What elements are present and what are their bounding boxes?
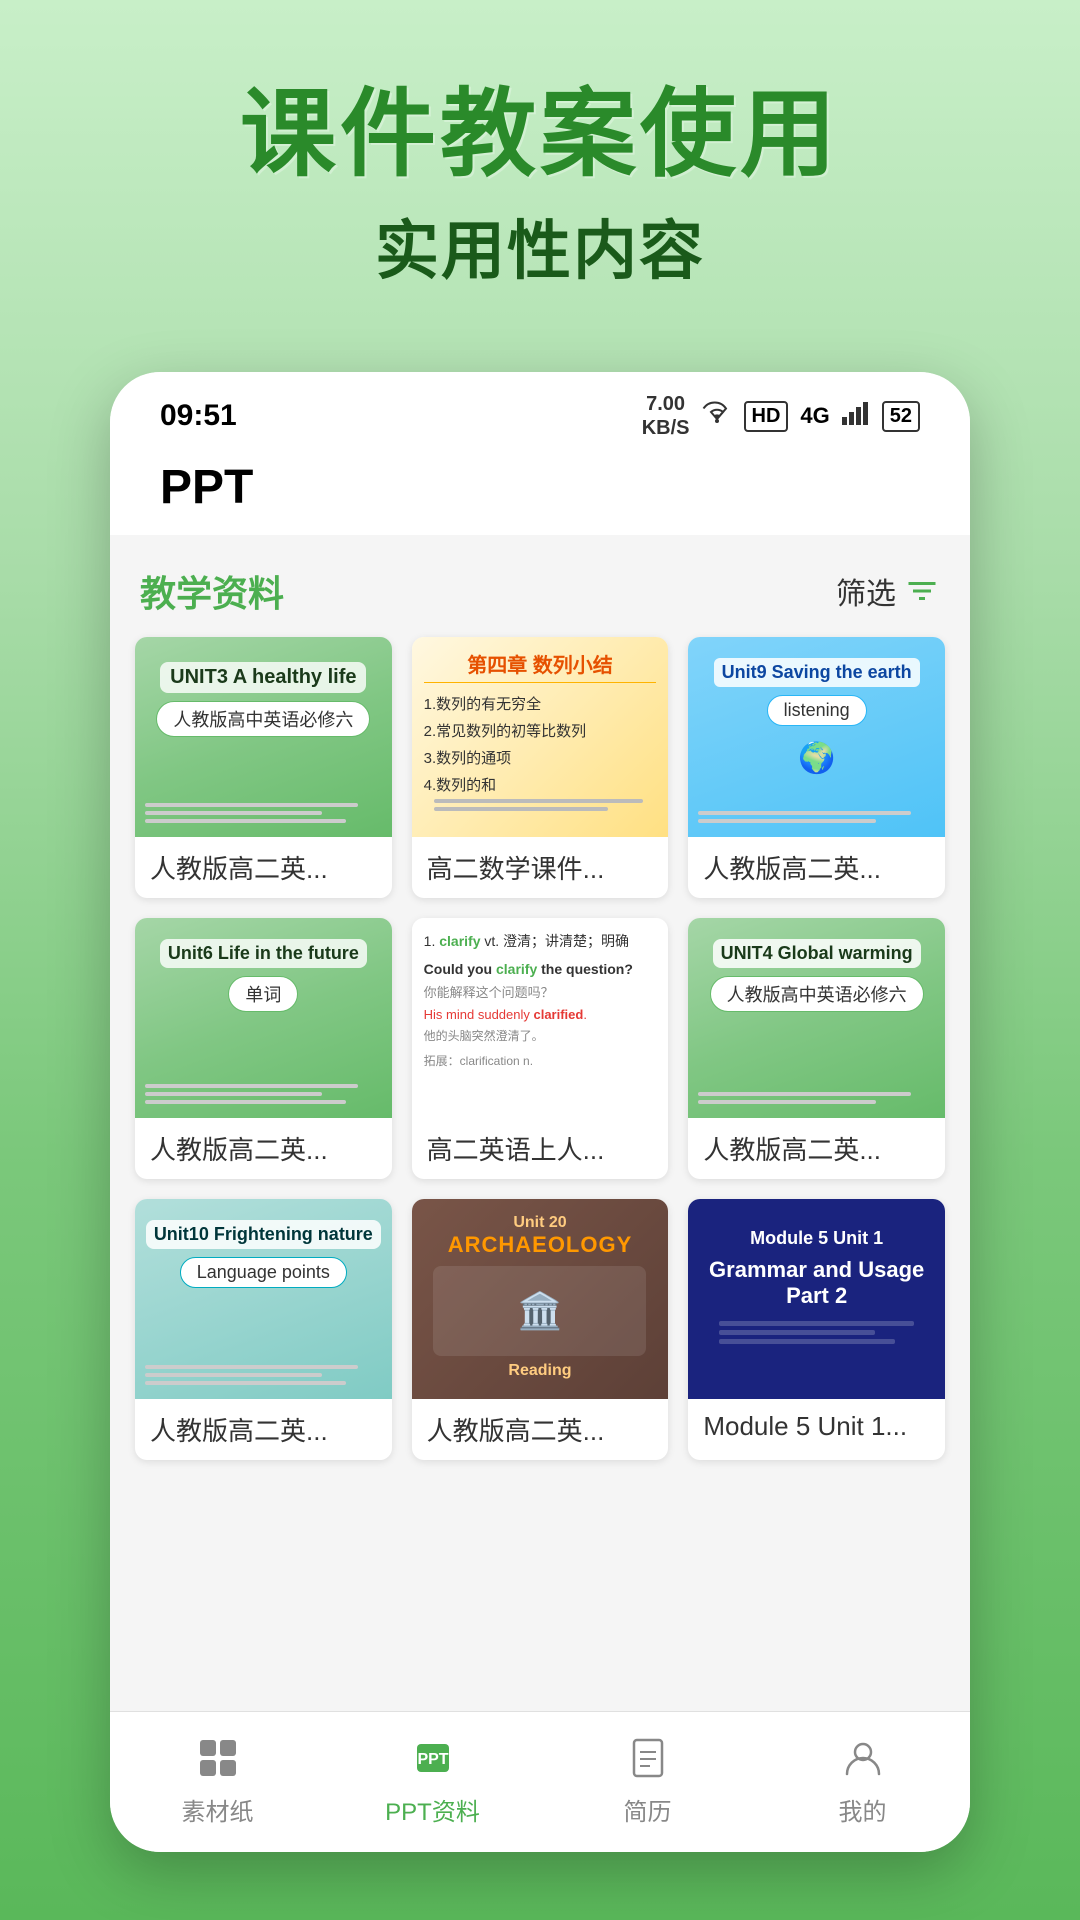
card-thumbnail: UNIT3 A healthy life 人教版高中英语必修六 bbox=[135, 637, 392, 837]
material-card[interactable]: UNIT3 A healthy life 人教版高中英语必修六 人教版高二英..… bbox=[135, 637, 392, 898]
svg-text:PPT: PPT bbox=[417, 1751, 448, 1768]
card-thumbnail: Unit 20 ARCHAEOLOGY 🏛️ Reading bbox=[412, 1199, 669, 1399]
card-name: 人教版高二英... bbox=[688, 1118, 945, 1179]
hero-title: 课件教案使用 bbox=[40, 80, 1040, 190]
nav-label-mine: 我的 bbox=[839, 1792, 887, 1827]
thumb-reading: Reading bbox=[508, 1362, 571, 1380]
section-header: 教学资料 筛选 bbox=[130, 555, 950, 637]
nav-label-resume: 简历 bbox=[624, 1792, 672, 1827]
status-speed: 7.00KB/S bbox=[642, 392, 690, 440]
ppt-icon: PPT bbox=[407, 1732, 459, 1784]
nav-item-ppt[interactable]: PPT PPT资料 bbox=[325, 1732, 540, 1827]
filter-label: 筛选 bbox=[836, 569, 896, 613]
material-card[interactable]: Module 5 Unit 1 Grammar and UsagePart 2 … bbox=[688, 1199, 945, 1460]
thumb-vocab-content: 1. clarify vt. 澄清；讲清楚；明确 Could you clari… bbox=[424, 930, 657, 1071]
thumb-arch-img: 🏛️ bbox=[433, 1266, 646, 1356]
thumb-math-title: 第四章 数列小结 bbox=[424, 649, 657, 683]
mini-lines bbox=[145, 1365, 382, 1389]
thumb-unit-title: UNIT3 A healthy life bbox=[160, 662, 366, 693]
card-thumbnail: Module 5 Unit 1 Grammar and UsagePart 2 bbox=[688, 1199, 945, 1399]
material-card[interactable]: UNIT4 Global warming 人教版高中英语必修六 人教版高二英..… bbox=[688, 918, 945, 1179]
material-card[interactable]: 第四章 数列小结 1.数列的有无穷全 2.常见数列的初等比数列 3.数列的通项 … bbox=[412, 637, 669, 898]
mini-lines bbox=[698, 1092, 935, 1108]
status-right: 7.00KB/S HD 4G 52 bbox=[642, 392, 920, 440]
nav-label-sucaizhi: 素材纸 bbox=[182, 1792, 254, 1827]
section-title: 教学资料 bbox=[140, 565, 284, 617]
thumb-module: Module 5 Unit 1 bbox=[750, 1228, 883, 1249]
battery-icon: 52 bbox=[882, 401, 920, 432]
wifi-icon bbox=[702, 401, 732, 432]
phone-container: 09:51 7.00KB/S HD 4G 52 bbox=[110, 372, 970, 1852]
grid-icon bbox=[192, 1732, 244, 1784]
card-thumbnail: UNIT4 Global warming 人教版高中英语必修六 bbox=[688, 918, 945, 1118]
card-thumbnail: 1. clarify vt. 澄清；讲清楚；明确 Could you clari… bbox=[412, 918, 669, 1118]
thumb-label: 人教版高中英语必修六 bbox=[156, 701, 370, 737]
bottom-nav: 素材纸 PPT PPT资料 简历 bbox=[110, 1711, 970, 1852]
thumb-nature-title: Unit10 Frightening nature bbox=[146, 1220, 381, 1249]
hero-subtitle: 实用性内容 bbox=[40, 200, 1040, 292]
card-name: 人教版高二英... bbox=[688, 837, 945, 898]
mini-lines bbox=[145, 803, 382, 827]
thumb-vocab: 单词 bbox=[228, 976, 298, 1012]
nav-item-mine[interactable]: 我的 bbox=[755, 1732, 970, 1827]
user-icon bbox=[837, 1732, 889, 1784]
hd-badge: HD bbox=[744, 401, 789, 432]
filter-button[interactable]: 筛选 bbox=[836, 569, 940, 613]
mini-lines bbox=[145, 1084, 382, 1108]
thumb-future-title: Unit6 Life in the future bbox=[160, 939, 367, 968]
mini-lines bbox=[434, 799, 667, 811]
card-name: 人教版高二英... bbox=[135, 1399, 392, 1460]
hero-section: 课件教案使用 实用性内容 bbox=[0, 0, 1080, 332]
card-name: 人教版高二英... bbox=[135, 837, 392, 898]
material-card[interactable]: Unit 20 ARCHAEOLOGY 🏛️ Reading 人教版高二英... bbox=[412, 1199, 669, 1460]
app-title: PPT bbox=[160, 460, 920, 515]
card-thumbnail: Unit6 Life in the future 单词 bbox=[135, 918, 392, 1118]
thumb-grammar-lines bbox=[719, 1321, 914, 1371]
nav-item-sucaizhi[interactable]: 素材纸 bbox=[110, 1732, 325, 1827]
card-thumbnail: 第四章 数列小结 1.数列的有无穷全 2.常见数列的初等比数列 3.数列的通项 … bbox=[412, 637, 669, 837]
thumb-earth-title: Unit9 Saving the earth bbox=[714, 658, 920, 687]
status-bar: 09:51 7.00KB/S HD 4G 52 bbox=[110, 372, 970, 450]
thumb-sub-label: 人教版高中英语必修六 bbox=[710, 976, 924, 1012]
card-name: Module 5 Unit 1... bbox=[688, 1399, 945, 1454]
card-name: 人教版高二英... bbox=[135, 1118, 392, 1179]
card-name: 高二数学课件... bbox=[412, 837, 669, 898]
filter-icon bbox=[904, 573, 940, 609]
card-thumbnail: Unit10 Frightening nature Language point… bbox=[135, 1199, 392, 1399]
thumb-arch-title: ARCHAEOLOGY bbox=[448, 1232, 633, 1258]
thumb-unit20: Unit 20 bbox=[513, 1214, 566, 1232]
thumb-listening: listening bbox=[767, 695, 867, 726]
status-time: 09:51 bbox=[160, 399, 237, 433]
signal-bars bbox=[842, 401, 870, 432]
material-card[interactable]: Unit10 Frightening nature Language point… bbox=[135, 1199, 392, 1460]
card-name: 高二英语上人... bbox=[412, 1118, 669, 1179]
content-area: 教学资料 筛选 UNIT3 A healthy life 人教版高中英语必修六 bbox=[110, 535, 970, 1711]
signal-icon: 4G bbox=[800, 403, 829, 429]
materials-grid: UNIT3 A healthy life 人教版高中英语必修六 人教版高二英..… bbox=[130, 637, 950, 1460]
nav-item-resume[interactable]: 简历 bbox=[540, 1732, 755, 1827]
material-card[interactable]: 1. clarify vt. 澄清；讲清楚；明确 Could you clari… bbox=[412, 918, 669, 1179]
thumb-global-title: UNIT4 Global warming bbox=[713, 939, 921, 968]
thumb-math-list: 1.数列的有无穷全 2.常见数列的初等比数列 3.数列的通项 4.数列的和 bbox=[424, 691, 657, 799]
card-thumbnail: Unit9 Saving the earth listening 🌍 bbox=[688, 637, 945, 837]
material-card[interactable]: Unit9 Saving the earth listening 🌍 人教版高二… bbox=[688, 637, 945, 898]
mini-lines bbox=[698, 811, 935, 827]
material-card[interactable]: Unit6 Life in the future 单词 人教版高二英... bbox=[135, 918, 392, 1179]
app-header: PPT bbox=[110, 450, 970, 535]
resume-icon bbox=[622, 1732, 674, 1784]
earth-decoration: 🌍 bbox=[798, 741, 835, 776]
thumb-langpoints: Language points bbox=[180, 1257, 347, 1288]
thumb-grammar: Grammar and UsagePart 2 bbox=[709, 1257, 924, 1309]
nav-label-ppt: PPT资料 bbox=[385, 1792, 480, 1827]
card-name: 人教版高二英... bbox=[412, 1399, 669, 1460]
